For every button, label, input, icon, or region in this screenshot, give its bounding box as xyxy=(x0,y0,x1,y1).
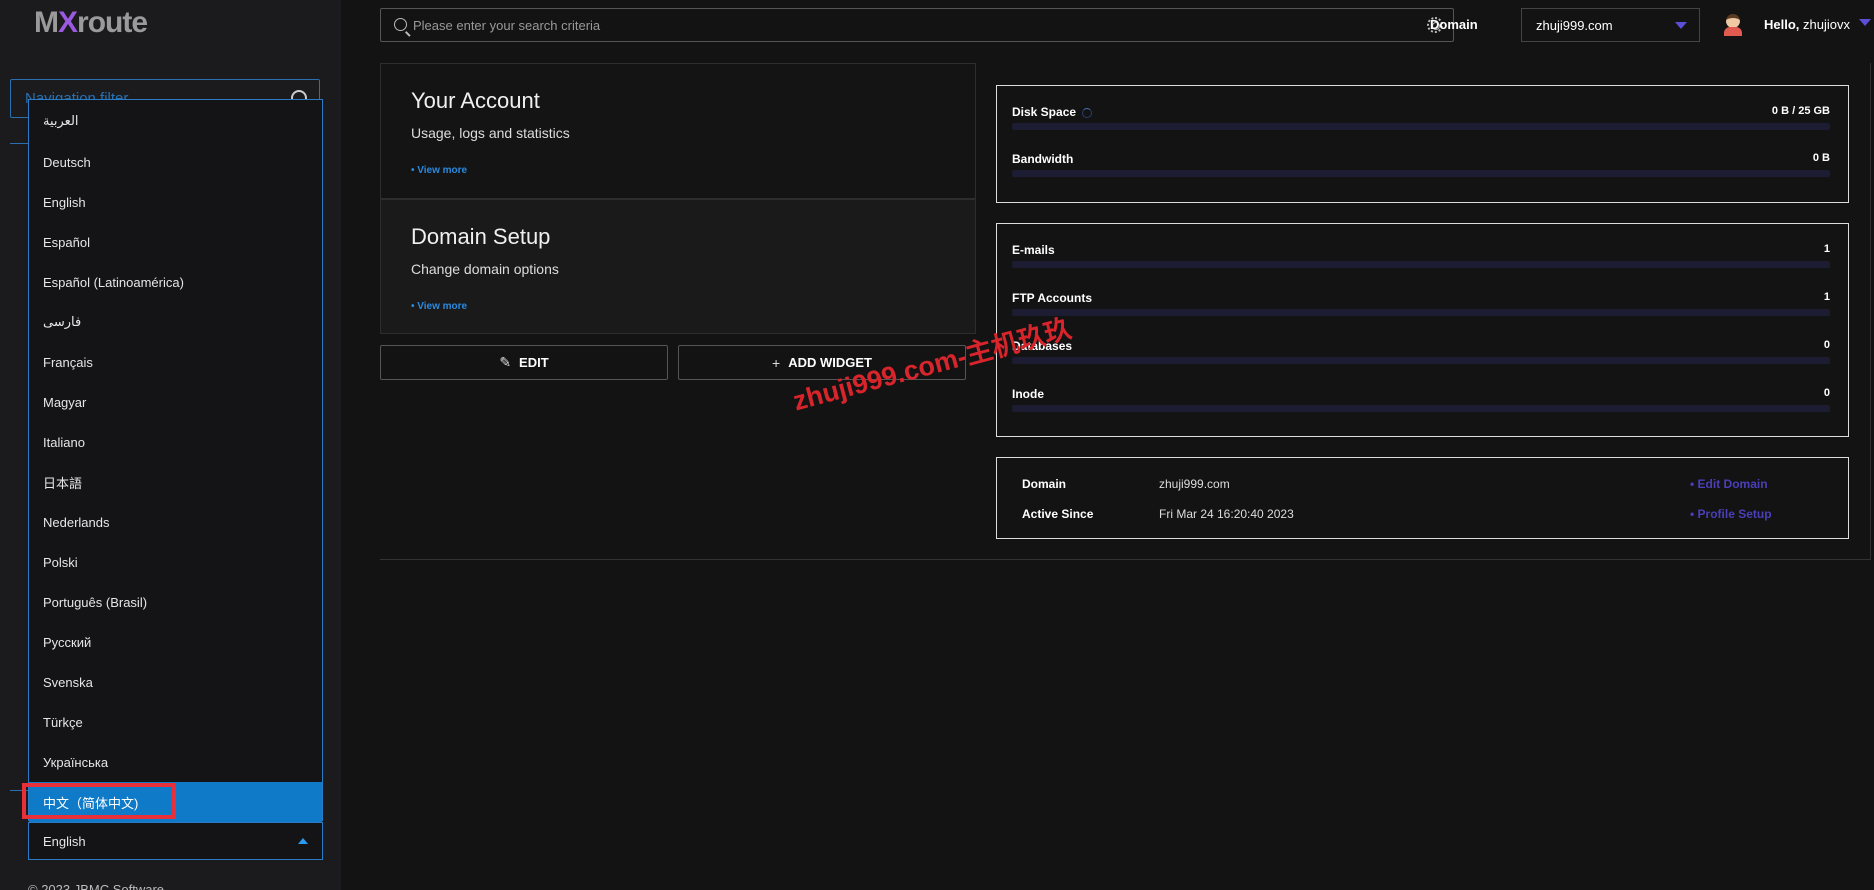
language-option[interactable]: Polski xyxy=(29,542,322,582)
copyright: © 2023 JBMC Software xyxy=(28,882,165,890)
language-option[interactable]: Italiano xyxy=(29,422,322,462)
stats-panel: E-mails 1 FTP Accounts 1 Databases 0 Ino… xyxy=(996,223,1849,437)
avatar[interactable] xyxy=(1722,12,1744,36)
card-title: Domain Setup xyxy=(411,224,551,249)
progress-bar xyxy=(1012,405,1830,412)
plus-icon: + xyxy=(772,354,781,371)
progress-bar xyxy=(1012,170,1830,177)
language-option[interactable]: Nederlands xyxy=(29,502,322,542)
language-option[interactable]: Português (Brasil) xyxy=(29,582,322,622)
language-option[interactable]: Svenska xyxy=(29,662,322,702)
refresh-icon[interactable] xyxy=(1082,107,1093,118)
domain-select[interactable]: zhuji999.com xyxy=(1521,8,1700,42)
view-more-link[interactable]: • View more xyxy=(411,165,467,176)
language-option[interactable]: Español (Latinoamérica) xyxy=(29,262,322,302)
card-domain-setup[interactable]: Domain Setup Change domain options • Vie… xyxy=(380,199,976,334)
card-subtitle: Usage, logs and statistics xyxy=(411,125,570,141)
caret-up-icon xyxy=(298,838,308,844)
language-option[interactable]: Français xyxy=(29,342,322,382)
language-option[interactable]: Русский xyxy=(29,622,322,662)
domain-info-panel: Domain zhuji999.com • Edit Domain Active… xyxy=(996,457,1849,539)
card-your-account[interactable]: Your Account Usage, logs and statistics … xyxy=(380,63,976,199)
edit-button[interactable]: ✎ EDIT xyxy=(380,345,668,380)
chevron-down-icon xyxy=(1675,22,1687,29)
divider xyxy=(10,143,28,144)
usage-panel: Disk Space 0 B / 25 GB Bandwidth 0 B xyxy=(996,85,1849,203)
language-option[interactable]: Українська xyxy=(29,742,322,782)
language-option[interactable]: Español xyxy=(29,222,322,262)
search-input[interactable]: Please enter your search criteria xyxy=(380,8,1454,42)
progress-bar xyxy=(1012,309,1830,316)
progress-bar xyxy=(1012,357,1830,364)
card-subtitle: Change domain options xyxy=(411,261,559,277)
language-option[interactable]: 日本語 xyxy=(29,462,322,502)
profile-setup-link[interactable]: • Profile Setup xyxy=(1690,507,1772,521)
edit-domain-link[interactable]: • Edit Domain xyxy=(1690,477,1768,491)
highlight-annotation xyxy=(22,783,176,819)
app-logo[interactable]: MXroute xyxy=(34,6,148,40)
language-option[interactable]: فارسی xyxy=(29,302,322,342)
card-title: Your Account xyxy=(411,88,540,113)
user-greeting[interactable]: Hello, zhujiovx xyxy=(1764,17,1850,32)
progress-bar xyxy=(1012,261,1830,268)
domain-label: Domain xyxy=(1430,17,1478,32)
view-more-link[interactable]: • View more xyxy=(411,301,467,312)
language-option[interactable]: English xyxy=(29,182,322,222)
pencil-icon: ✎ xyxy=(499,354,512,370)
search-icon xyxy=(394,18,407,31)
language-option[interactable]: Türkçe xyxy=(29,702,322,742)
language-select[interactable]: English xyxy=(28,822,323,860)
progress-bar xyxy=(1012,123,1830,130)
language-option[interactable]: العربية xyxy=(29,100,322,142)
language-option[interactable]: Magyar xyxy=(29,382,322,422)
language-dropdown-menu: العربية Deutsch English Español Español (Lat… xyxy=(28,99,323,822)
user-menu-chevron-icon[interactable] xyxy=(1859,19,1871,26)
language-option[interactable]: Deutsch xyxy=(29,142,322,182)
